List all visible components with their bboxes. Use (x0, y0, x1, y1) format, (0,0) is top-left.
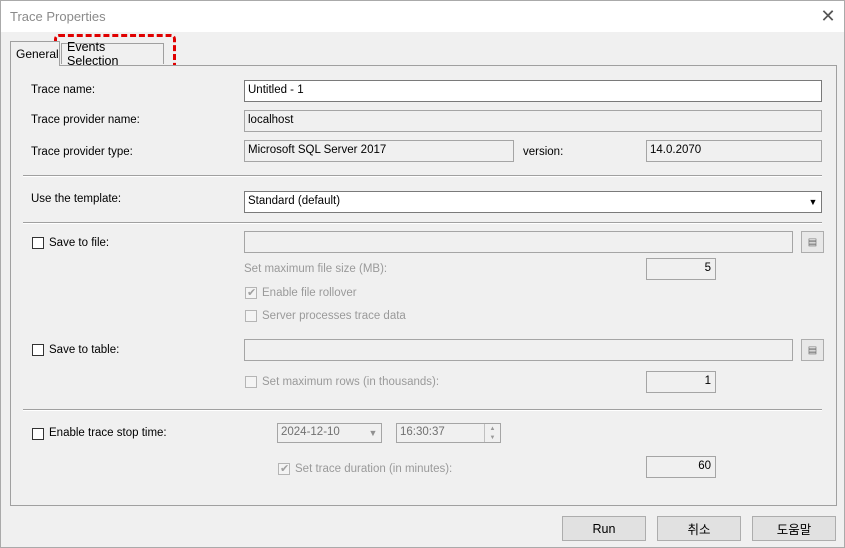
stop-time-label: Enable trace stop time: (49, 427, 167, 439)
tab-general[interactable]: General (10, 41, 60, 66)
separator (23, 222, 822, 224)
browse-file-icon: ▤ (801, 231, 824, 253)
title-bar: Trace Properties ✕ (1, 1, 844, 32)
stop-time-checkbox[interactable] (32, 428, 44, 440)
save-file-path-input (244, 231, 793, 253)
save-to-file-checkbox[interactable] (32, 237, 44, 249)
help-button[interactable]: 도움말 (752, 516, 836, 541)
stop-time-picker: 16:30:37 ▲ ▼ (396, 423, 501, 443)
save-to-table-label: Save to table: (49, 344, 120, 356)
max-rows-label: Set maximum rows (in thousands): (262, 376, 440, 388)
save-to-table-checkbox[interactable] (32, 344, 44, 356)
template-value: Standard (default) (248, 195, 341, 207)
rollover-checkbox: ✔ (245, 287, 257, 299)
provider-name-label: Trace provider name: (31, 114, 140, 126)
save-table-input (244, 339, 793, 361)
provider-type-field: Microsoft SQL Server 2017 (244, 140, 514, 162)
provider-type-label: Trace provider type: (31, 146, 133, 158)
run-button[interactable]: Run (562, 516, 646, 541)
checkmark-icon: ✔ (247, 287, 257, 299)
chevron-down-icon: ▼ (808, 197, 818, 207)
version-field: 14.0.2070 (646, 140, 822, 162)
save-to-file-label: Save to file: (49, 237, 110, 249)
template-dropdown[interactable]: Standard (default) ▼ (244, 191, 822, 213)
browse-table-icon: ▤ (801, 339, 824, 361)
max-file-size-input: 5 (646, 258, 716, 280)
server-processes-label: Server processes trace data (262, 310, 406, 322)
stop-date-picker: 2024-12-10 ▼ (277, 423, 382, 443)
checkmark-icon: ✔ (280, 463, 290, 475)
chevron-down-icon: ▼ (368, 428, 378, 438)
max-rows-checkbox (245, 376, 257, 388)
tab-events-selection[interactable]: Events Selection (61, 40, 164, 68)
separator (23, 175, 822, 177)
max-rows-input: 1 (646, 371, 716, 393)
spinner-icon: ▲ ▼ (484, 424, 500, 442)
trace-name-input[interactable]: Untitled - 1 (244, 80, 822, 102)
cancel-button[interactable]: 취소 (657, 516, 741, 541)
duration-checkbox: ✔ (278, 463, 290, 475)
window-title: Trace Properties (10, 9, 106, 24)
provider-name-field: localhost (244, 110, 822, 132)
version-label: version: (523, 146, 564, 158)
server-processes-checkbox (245, 310, 257, 322)
stop-date-value: 2024-12-10 (281, 426, 340, 438)
stop-time-value: 16:30:37 (400, 426, 445, 438)
rollover-label: Enable file rollover (262, 287, 357, 299)
duration-input: 60 (646, 456, 716, 478)
trace-properties-dialog: Trace Properties ✕ General Events Select… (0, 0, 845, 548)
close-icon[interactable]: ✕ (812, 1, 844, 32)
max-file-size-label: Set maximum file size (MB): (244, 263, 388, 275)
duration-label: Set trace duration (in minutes): (295, 463, 453, 475)
trace-name-label: Trace name: (31, 84, 96, 96)
template-label: Use the template: (31, 193, 122, 205)
separator (23, 409, 822, 411)
